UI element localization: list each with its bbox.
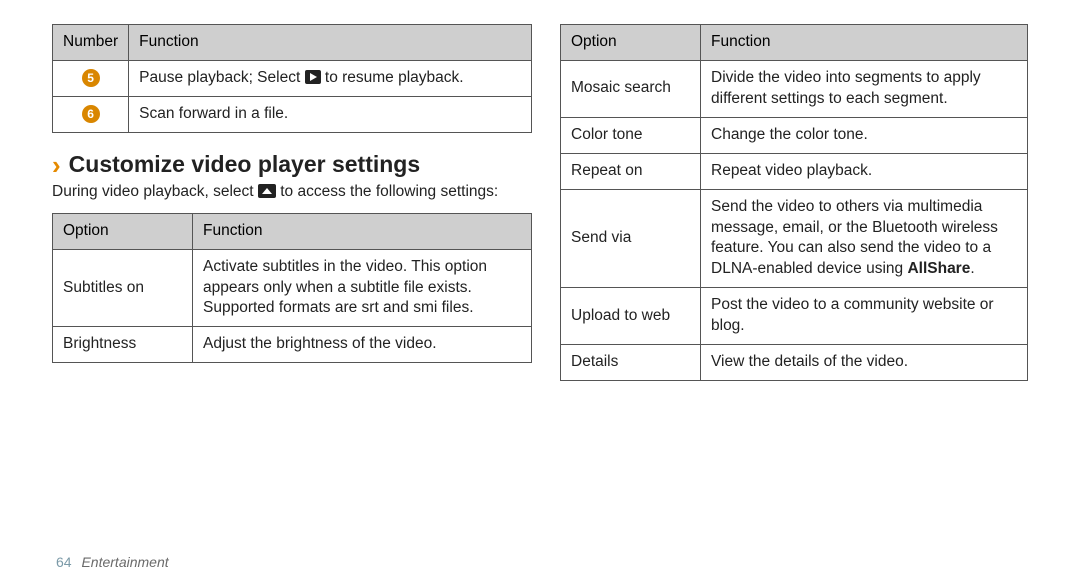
menu-icon [258,184,276,198]
option-cell: Details [561,345,701,381]
table-row: Repeat on Repeat video playback. [561,153,1028,189]
table-row: Brightness Adjust the brightness of the … [53,327,532,363]
function-cell: Adjust the brightness of the video. [193,327,532,363]
function-cell: Repeat video playback. [701,153,1028,189]
section-lede: During video playback, select to access … [52,182,532,203]
function-cell: Activate subtitles in the video. This op… [193,249,532,327]
tableA-header-function: Function [129,25,532,61]
page: Number Function 5 Pause playback; Select… [0,0,1080,586]
option-cell: Color tone [561,117,701,153]
table-row: Details View the details of the video. [561,345,1028,381]
function-cell: Post the video to a community website or… [701,288,1028,345]
tableB-header-option: Option [53,213,193,249]
option-cell: Mosaic search [561,60,701,117]
option-cell: Subtitles on [53,249,193,327]
number-function-table: Number Function 5 Pause playback; Select… [52,24,532,133]
table-row: Send via Send the video to others via mu… [561,189,1028,288]
function-cell: Divide the video into segments to apply … [701,60,1028,117]
tableC-header-option: Option [561,25,701,61]
section-heading: › Customize video player settings [52,151,532,178]
function-cell: Change the color tone. [701,117,1028,153]
allshare-bold: AllShare [907,260,970,277]
page-footer: 64 Entertainment [56,554,169,570]
option-cell: Brightness [53,327,193,363]
function-cell: Scan forward in a file. [129,96,532,132]
chevron-icon: › [52,152,61,178]
number-badge-5: 5 [82,69,100,87]
table-row: 5 Pause playback; Select to resume playb… [53,60,532,96]
function-cell: Pause playback; Select to resume playbac… [129,60,532,96]
option-cell: Upload to web [561,288,701,345]
tableA-header-number: Number [53,25,129,61]
table-row: Color tone Change the color tone. [561,117,1028,153]
table-row: Mosaic search Divide the video into segm… [561,60,1028,117]
tableB-header-function: Function [193,213,532,249]
table-row: Subtitles on Activate subtitles in the v… [53,249,532,327]
page-number: 64 [56,554,72,570]
option-function-table-right: Option Function Mosaic search Divide the… [560,24,1028,381]
option-cell: Send via [561,189,701,288]
right-column: Option Function Mosaic search Divide the… [540,24,1036,586]
play-icon [305,70,321,84]
left-column: Number Function 5 Pause playback; Select… [44,24,540,586]
tableC-header-function: Function [701,25,1028,61]
section-name: Entertainment [81,554,168,570]
option-cell: Repeat on [561,153,701,189]
function-cell: Send the video to others via multimedia … [701,189,1028,288]
section-title: Customize video player settings [69,151,420,178]
number-badge-6: 6 [82,105,100,123]
function-cell: View the details of the video. [701,345,1028,381]
table-row: Upload to web Post the video to a commun… [561,288,1028,345]
table-row: 6 Scan forward in a file. [53,96,532,132]
option-function-table-left: Option Function Subtitles on Activate su… [52,213,532,364]
